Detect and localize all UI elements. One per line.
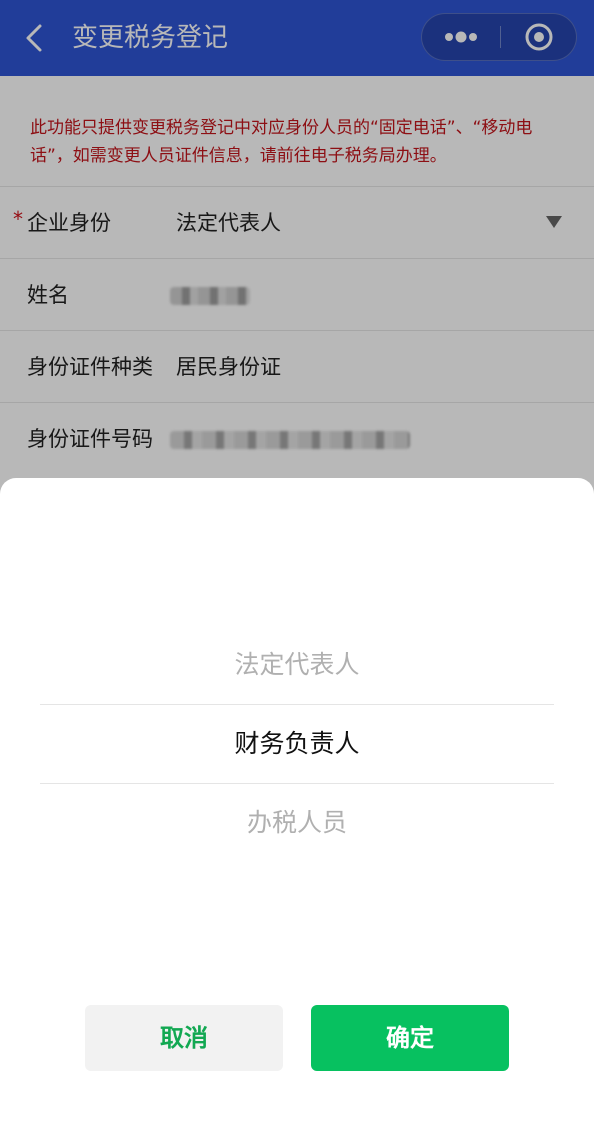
picker-option-selected[interactable]: 财务负责人 — [40, 705, 554, 783]
identity-picker[interactable]: 法定代表人 财务负责人 办税人员 — [40, 626, 554, 866]
picker-option[interactable]: 办税人员 — [40, 784, 554, 862]
picker-option[interactable]: 法定代表人 — [40, 626, 554, 704]
confirm-button[interactable]: 确定 — [311, 1005, 509, 1071]
picker-sheet: 法定代表人 财务负责人 办税人员 取消 确定 — [0, 478, 594, 1124]
page: 变更税务登记 此功能只提供变更税务登记中对应身份人员的“固定电话”、“移动电话”… — [0, 0, 594, 1124]
cancel-button[interactable]: 取消 — [85, 1005, 283, 1071]
